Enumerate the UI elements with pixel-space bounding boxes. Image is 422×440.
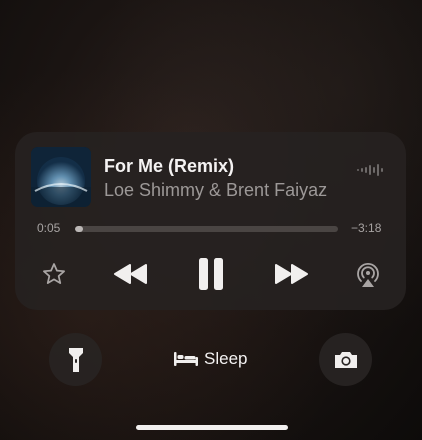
- airplay-button[interactable]: [351, 257, 385, 291]
- rewind-icon: [114, 264, 147, 284]
- star-icon: [43, 263, 65, 284]
- fast-forward-icon: [275, 264, 308, 284]
- playback-scrubber[interactable]: [75, 226, 338, 232]
- airplay-audio-icon: [357, 262, 379, 287]
- favorite-button[interactable]: [39, 259, 69, 289]
- audio-waveform-icon: [357, 163, 383, 182]
- track-artist: Loe Shimmy & Brent Faiyaz: [104, 180, 328, 200]
- next-track-button[interactable]: [271, 259, 311, 289]
- sleep-focus-indicator[interactable]: Sleep: [174, 346, 247, 372]
- elapsed-time: 0:05: [37, 221, 61, 235]
- focus-mode-label: Sleep: [204, 349, 248, 368]
- pause-icon: [199, 258, 223, 290]
- now-playing-widget: For Me (Remix) Loe Shimmy & Brent Faiyaz…: [15, 132, 406, 310]
- flashlight-icon: [68, 347, 83, 372]
- album-artwork[interactable]: [31, 147, 91, 207]
- playback-progress-fill: [75, 226, 83, 232]
- home-indicator[interactable]: [136, 425, 288, 430]
- camera-button[interactable]: [319, 333, 372, 386]
- play-pause-button[interactable]: [195, 256, 227, 292]
- remaining-time: −3:18: [351, 221, 382, 235]
- camera-icon: [334, 351, 357, 368]
- track-title: For Me (Remix): [104, 156, 235, 176]
- previous-track-button[interactable]: [111, 259, 151, 289]
- bed-icon: [174, 352, 198, 366]
- flashlight-button[interactable]: [49, 333, 102, 386]
